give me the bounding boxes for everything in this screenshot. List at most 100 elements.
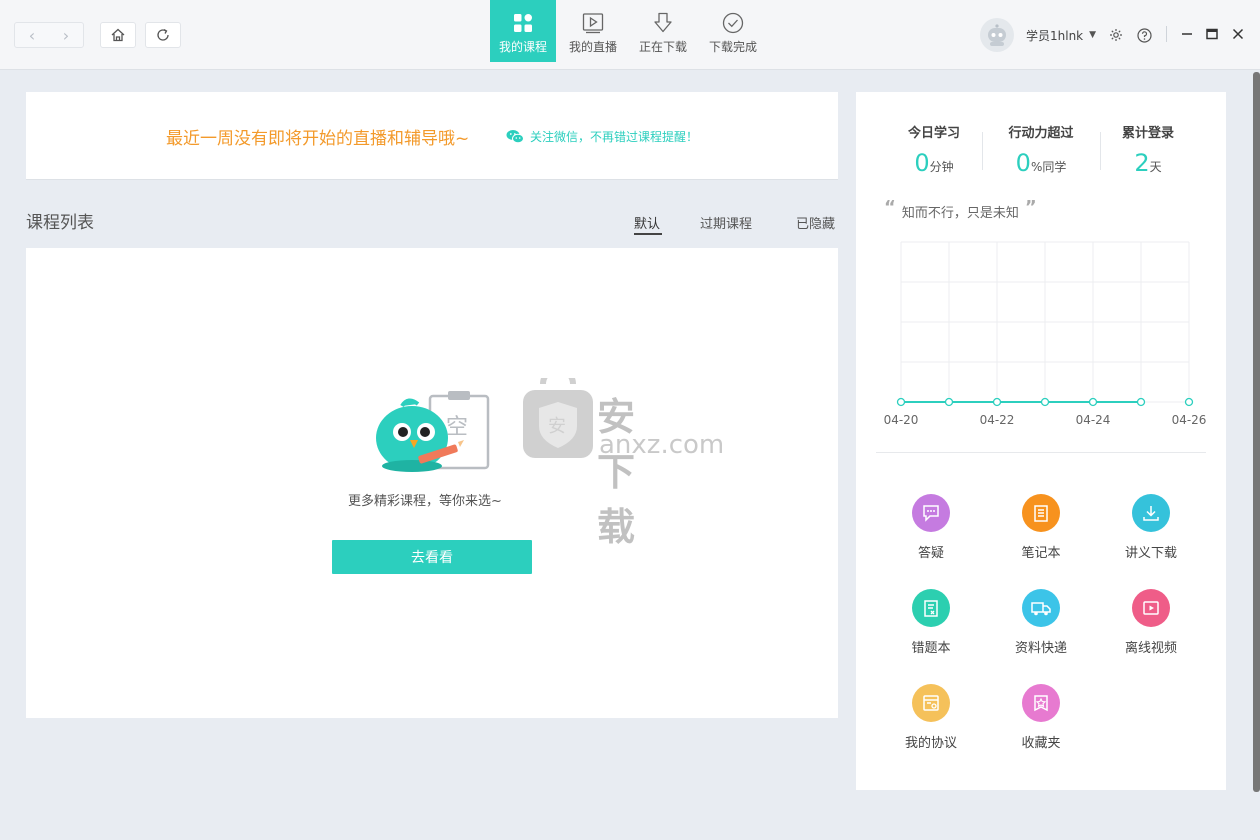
stat-unit: %同学 <box>1030 160 1067 174</box>
minimize-icon[interactable] <box>1177 24 1197 44</box>
close-icon[interactable] <box>1228 24 1248 44</box>
tab-label: 我的直播 <box>568 40 617 54</box>
tool-label: 收藏夹 <box>1021 736 1061 751</box>
tool-label: 我的协议 <box>904 736 957 751</box>
help-icon[interactable] <box>1136 27 1152 43</box>
stat-unit: 分钟 <box>929 160 954 174</box>
back-icon[interactable]: ‹ <box>15 23 49 47</box>
tool-offline-video[interactable]: 离线视频 <box>1106 589 1196 656</box>
motto-quote: “ 知而不行，只是未知 ” <box>884 197 1037 222</box>
stat-total-logins: 累计登录 2天 <box>1112 122 1184 177</box>
tab-my-live[interactable]: 我的直播 <box>558 0 628 62</box>
close-quote-icon: ” <box>1024 197 1037 218</box>
data-point[interactable] <box>944 397 954 407</box>
tool-my-agreement[interactable]: 我的协议 <box>886 684 976 751</box>
tool-label: 离线视频 <box>1124 641 1177 656</box>
svg-text:安: 安 <box>548 416 566 437</box>
wechat-icon <box>506 130 524 144</box>
tool-qa[interactable]: 答疑 <box>886 494 976 561</box>
divider <box>982 132 983 170</box>
data-point[interactable] <box>1136 397 1146 407</box>
favorites-icon <box>1022 684 1060 722</box>
active-filter-indicator <box>634 233 662 235</box>
empty-mascot-illustration: 空 <box>376 391 490 472</box>
gear-icon[interactable] <box>1108 27 1124 43</box>
data-point[interactable] <box>1040 397 1050 407</box>
main-tabs: 我的课程 我的直播 正在下载 下载完成 <box>490 0 768 62</box>
stat-value: 0 <box>1015 149 1031 177</box>
data-point[interactable] <box>896 397 906 407</box>
refresh-icon <box>157 28 169 41</box>
tab-label: 我的课程 <box>498 40 547 54</box>
title-bar: ‹ › 我的课程 我的直播 正在下载 下载完成 学员1hlnk ▼ <box>0 0 1260 70</box>
empty-message: 更多精彩课程，等你来选~ <box>348 494 502 509</box>
tool-handout-download[interactable]: 讲义下载 <box>1106 494 1196 561</box>
scrollbar[interactable] <box>1253 72 1260 792</box>
grid-icon <box>514 14 532 32</box>
tool-favorites[interactable]: 收藏夹 <box>996 684 1086 751</box>
browse-courses-button[interactable]: 去看看 <box>332 540 532 574</box>
avatar[interactable] <box>980 18 1014 52</box>
chat-icon <box>912 494 950 532</box>
download-arrow-icon <box>654 12 672 33</box>
stat-label: 累计登录 <box>1121 126 1174 141</box>
notice-text: 最近一周没有即将开始的直播和辅导哦~ <box>166 129 470 149</box>
filter-default[interactable]: 默认 <box>634 213 660 232</box>
wechat-follow-link[interactable]: 关注微信，不再错过课程提醒！ <box>506 128 698 145</box>
data-point[interactable] <box>1088 397 1098 407</box>
forward-icon[interactable]: › <box>49 23 83 47</box>
refresh-button[interactable] <box>145 22 181 48</box>
agreement-icon <box>912 684 950 722</box>
robot-avatar-icon <box>988 24 1006 46</box>
stat-today-study: 今日学习 0分钟 <box>896 122 972 177</box>
filter-hidden[interactable]: 已隐藏 <box>796 213 835 232</box>
data-point[interactable] <box>992 397 1002 407</box>
tab-label: 正在下载 <box>638 40 687 54</box>
divider <box>1100 132 1101 170</box>
stat-value: 2 <box>1134 149 1150 177</box>
username[interactable]: 学员1hlnk <box>1026 27 1083 44</box>
data-point[interactable] <box>1184 397 1194 407</box>
study-time-chart: 04-20 04-22 04-24 04-26 <box>884 241 1206 427</box>
tab-my-courses[interactable]: 我的课程 <box>490 0 556 62</box>
quote-text: 知而不行，只是未知 <box>901 206 1019 221</box>
tool-wrong-questions[interactable]: 错题本 <box>886 589 976 656</box>
watermark-title: 安下载 <box>597 395 638 549</box>
home-icon <box>111 28 125 42</box>
divider <box>876 452 1206 453</box>
maximize-icon[interactable] <box>1202 24 1222 44</box>
tool-label: 笔记本 <box>1021 546 1061 561</box>
open-quote-icon: “ <box>884 197 896 218</box>
tool-material-delivery[interactable]: 资料快递 <box>996 589 1086 656</box>
wechat-text: 关注微信，不再错过课程提醒！ <box>530 130 699 144</box>
svg-text:空: 空 <box>446 415 468 440</box>
check-circle-icon <box>722 12 744 34</box>
user-area: 学员1hlnk ▼ <box>980 18 1152 52</box>
x-tick-label: 04-20 <box>884 413 919 427</box>
stat-value: 0 <box>914 149 930 177</box>
download-icon <box>1132 494 1170 532</box>
home-button[interactable] <box>100 22 136 48</box>
tool-label: 错题本 <box>911 641 951 656</box>
notebook-icon <box>1022 494 1060 532</box>
chevron-down-icon[interactable]: ▼ <box>1089 30 1096 40</box>
tab-downloading[interactable]: 正在下载 <box>628 0 698 62</box>
stat-action-rank: 行动力超过 0%同学 <box>1001 122 1081 177</box>
tab-label: 下载完成 <box>708 40 757 54</box>
play-icon <box>582 13 604 34</box>
watermark-url: anxz.com <box>599 430 725 460</box>
course-list-panel: 空 安 安下载 anxz.com 更多精彩课程，等你来选~ 去看看 <box>26 248 838 718</box>
truck-icon <box>1022 589 1060 627</box>
filter-expired[interactable]: 过期课程 <box>700 213 752 232</box>
course-list-title: 课程列表 <box>26 213 94 233</box>
history-nav: ‹ › <box>14 22 84 48</box>
tool-notebook[interactable]: 笔记本 <box>996 494 1086 561</box>
tool-label: 讲义下载 <box>1124 546 1177 561</box>
stat-label: 行动力超过 <box>1008 126 1074 141</box>
study-stats-panel: 今日学习 0分钟 行动力超过 0%同学 累计登录 2天 “ 知而不行，只是未知 … <box>856 92 1226 790</box>
x-tick-label: 04-22 <box>980 413 1015 427</box>
watermark: 安 安下载 anxz.com <box>521 366 724 549</box>
stat-unit: 天 <box>1149 160 1162 174</box>
tab-downloaded[interactable]: 下载完成 <box>698 0 768 62</box>
live-notice-banner: 最近一周没有即将开始的直播和辅导哦~ 关注微信，不再错过课程提醒！ <box>26 92 838 180</box>
